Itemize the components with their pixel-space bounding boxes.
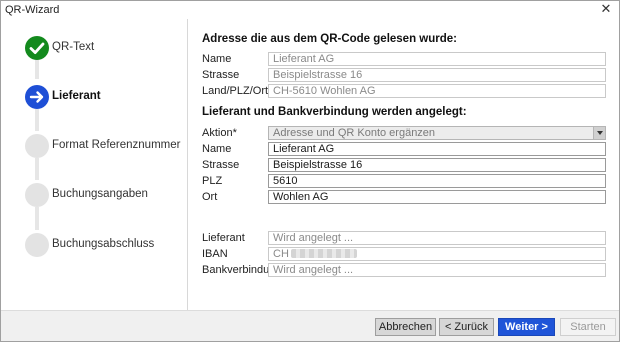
iban-label: IBAN (202, 248, 228, 260)
supplier-status-field: Wird angelegt ... (268, 231, 606, 245)
step-lieferant[interactable]: Lieferant (25, 85, 185, 109)
window-title: QR-Wizard (5, 4, 60, 16)
back-button[interactable]: < Zurück (439, 318, 494, 336)
title-bar: QR-Wizard ✕ (1, 1, 619, 19)
iban-field: CH (268, 247, 606, 261)
step-connector (35, 59, 39, 79)
name-label: Name (202, 143, 232, 155)
bank-status-field: Wird angelegt ... (268, 263, 606, 277)
step-pending-icon (25, 134, 49, 158)
wizard-content: Adresse die aus dem QR-Code gelesen wurd… (189, 19, 619, 310)
city-input[interactable]: Wohlen AG (268, 190, 606, 204)
scanned-city-label: Land/PLZ/Ort (202, 85, 269, 97)
cancel-button[interactable]: Abbrechen (375, 318, 436, 336)
button-bar: Abbrechen < Zurück Weiter > Starten (1, 310, 619, 341)
step-label: Buchungsabschluss (52, 238, 155, 250)
step-buchungsangaben[interactable]: Buchungsangaben (25, 183, 185, 207)
city-label: Ort (202, 191, 218, 203)
step-pending-icon (25, 183, 49, 207)
step-format-referenznummer[interactable]: Format Referenznummer (25, 134, 185, 158)
iban-value: CH (273, 248, 289, 260)
step-buchungsabschluss[interactable]: Buchungsabschluss (25, 233, 185, 257)
step-sidebar: QR-Text Lieferant Format Referenznummer … (1, 19, 188, 310)
scanned-name-field: Lieferant AG (268, 52, 606, 66)
arrow-right-icon (25, 85, 49, 109)
step-label: QR-Text (52, 41, 95, 53)
step-connector (35, 158, 39, 180)
checkmark-icon (25, 36, 49, 60)
step-connector (35, 207, 39, 230)
scanned-address-heading: Adresse die aus dem QR-Code gelesen wurd… (202, 33, 457, 45)
close-icon[interactable]: ✕ (599, 2, 613, 16)
start-button[interactable]: Starten (560, 318, 616, 336)
scanned-name-label: Name (202, 53, 232, 65)
step-label: Buchungsangaben (52, 188, 148, 200)
supplier-label: Lieferant (202, 232, 245, 244)
scanned-street-label: Strasse (202, 69, 240, 81)
street-input[interactable]: Beispielstrasse 16 (268, 158, 606, 172)
zip-label: PLZ (202, 175, 223, 187)
chevron-down-icon[interactable] (593, 127, 605, 139)
step-label: Format Referenznummer (52, 139, 181, 151)
creation-heading: Lieferant und Bankverbindung werden ange… (202, 106, 467, 118)
zip-input[interactable]: 5610 (268, 174, 606, 188)
step-pending-icon (25, 233, 49, 257)
action-select[interactable]: Adresse und QR Konto ergänzen (268, 126, 606, 140)
action-label: Aktion* (202, 127, 237, 139)
scanned-street-field: Beispielstrasse 16 (268, 68, 606, 82)
step-connector (35, 109, 39, 131)
next-button[interactable]: Weiter > (498, 318, 555, 336)
action-select-value: Adresse und QR Konto ergänzen (273, 127, 436, 139)
step-qr-text[interactable]: QR-Text (25, 36, 185, 60)
street-label: Strasse (202, 159, 240, 171)
redacted-iban (290, 249, 357, 258)
wizard-window: QR-Wizard ✕ QR-Text Lieferant Format Ref… (0, 0, 620, 342)
name-input[interactable]: Lieferant AG (268, 142, 606, 156)
scanned-city-field: CH-5610 Wohlen AG (268, 84, 606, 98)
step-label: Lieferant (52, 90, 101, 102)
